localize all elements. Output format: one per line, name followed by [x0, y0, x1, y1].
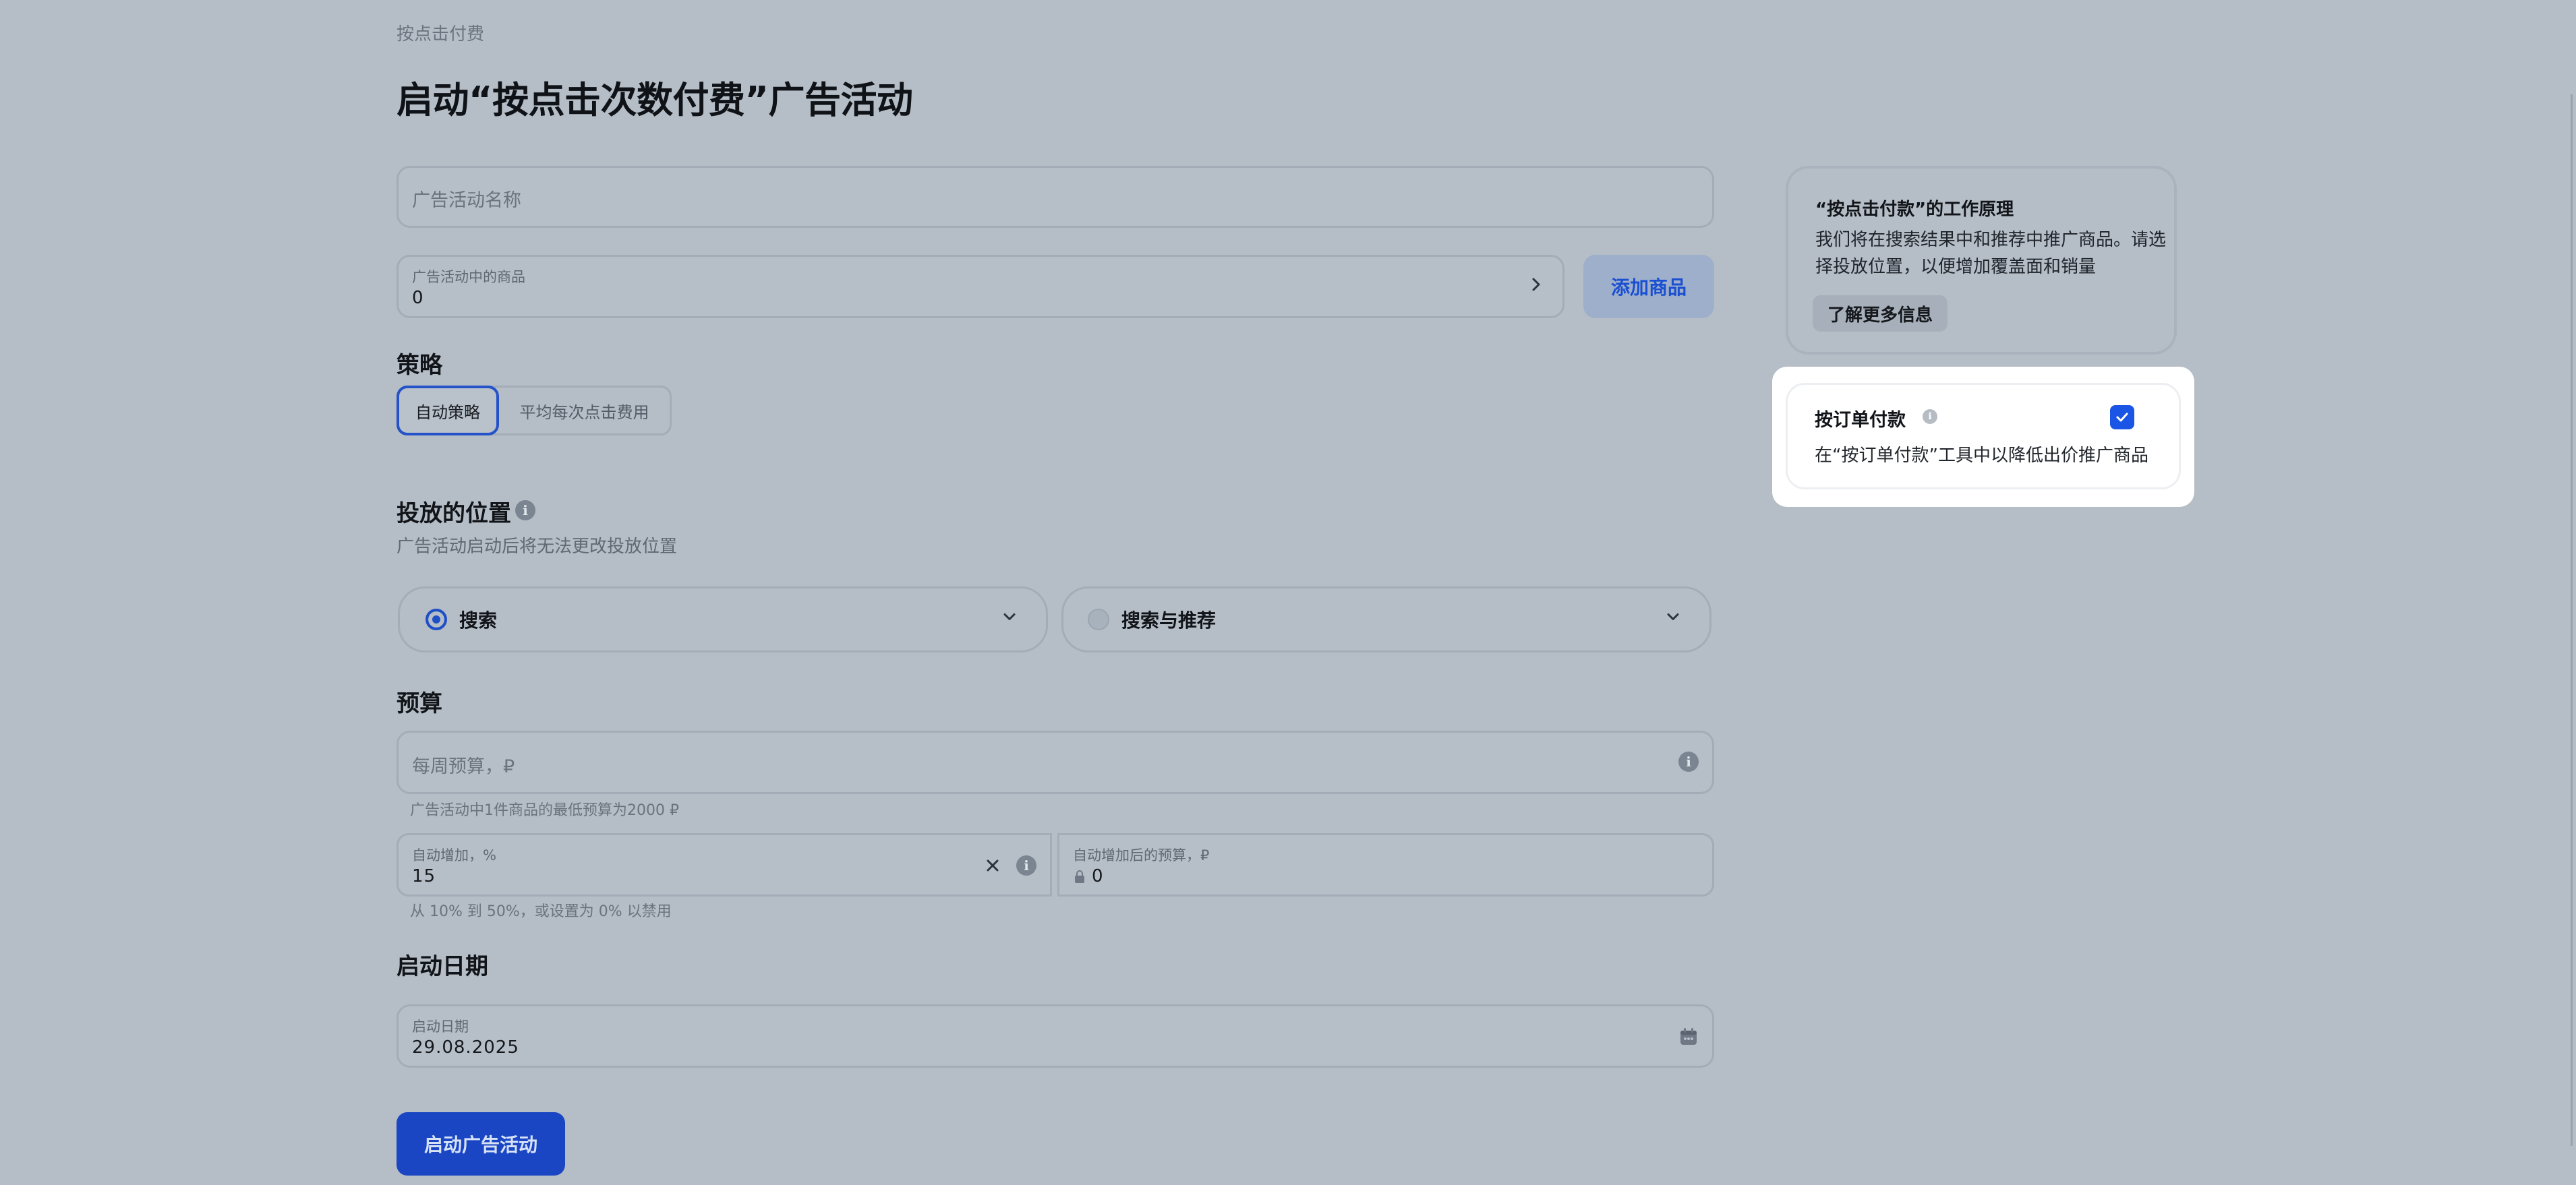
- strategy-auto-tab[interactable]: 自动策略: [397, 386, 499, 435]
- placement-option-label: 搜索与推荐: [1121, 609, 1217, 632]
- budget-after-increase-value: 0: [1092, 866, 1104, 886]
- radio-unselected-icon: [1088, 609, 1109, 630]
- radio-selected-icon: [426, 609, 447, 630]
- lock-icon: [1073, 869, 1086, 884]
- start-date-field[interactable]: 启动日期 29.08.2025: [397, 1004, 1714, 1068]
- chevron-down-icon: [1000, 608, 1019, 632]
- breadcrumb[interactable]: 按点击付费: [397, 20, 484, 45]
- strategy-avg-cpc-tab[interactable]: 平均每次点击费用: [499, 388, 670, 433]
- min-budget-hint: 广告活动中1件商品的最低预算为2000 ₽: [410, 802, 679, 819]
- products-field[interactable]: 广告活动中的商品 0: [397, 255, 1564, 318]
- info-icon[interactable]: i: [1923, 409, 1937, 424]
- products-count: 0: [412, 288, 424, 308]
- weekly-budget-field[interactable]: 每周预算，₽ i: [397, 731, 1714, 794]
- clear-icon[interactable]: [983, 855, 1003, 876]
- campaign-name-field[interactable]: 广告活动名称: [397, 166, 1714, 228]
- budget-after-increase-label: 自动增加后的预算，₽: [1073, 847, 1210, 863]
- auto-increase-hint: 从 10% 到 50%，或设置为 0% 以禁用: [410, 903, 672, 920]
- how-it-works-title: “按点击付款”的工作原理: [1815, 200, 2014, 220]
- info-icon[interactable]: i: [515, 500, 535, 520]
- campaign-name-placeholder: 广告活动名称: [412, 190, 521, 211]
- weekly-budget-placeholder: 每周预算，₽: [412, 756, 515, 777]
- products-label: 广告活动中的商品: [412, 269, 525, 285]
- page-title: 启动“按点击次数付费”广告活动: [397, 79, 913, 121]
- check-icon: [2116, 413, 2128, 422]
- auto-increase-value: 15: [412, 866, 436, 886]
- page-scrollbar[interactable]: [2571, 94, 2573, 1146]
- placement-option-search-recommend[interactable]: 搜索与推荐: [1061, 586, 1711, 652]
- info-icon[interactable]: i: [1016, 855, 1036, 876]
- chevron-down-icon: [1664, 608, 1682, 632]
- pay-per-order-title: 按订单付款: [1815, 410, 1906, 431]
- auto-increase-label: 自动增加，%: [412, 847, 496, 863]
- placement-option-search[interactable]: 搜索: [398, 586, 1048, 652]
- placement-option-label: 搜索: [459, 609, 498, 632]
- add-products-button[interactable]: 添加商品: [1583, 255, 1714, 318]
- launch-campaign-button[interactable]: 启动广告活动: [397, 1112, 565, 1176]
- learn-more-button[interactable]: 了解更多信息: [1813, 295, 1948, 332]
- strategy-title: 策略: [397, 352, 442, 379]
- auto-increase-field[interactable]: 自动增加，% 15 i: [397, 833, 1052, 897]
- pay-per-order-checkbox[interactable]: [2110, 405, 2134, 429]
- strategy-segmented-control: 自动策略 平均每次点击费用: [397, 386, 672, 435]
- budget-after-increase-field: 自动增加后的预算，₽ 0: [1057, 833, 1714, 897]
- info-icon[interactable]: i: [1678, 752, 1699, 772]
- start-date-title: 启动日期: [397, 953, 488, 980]
- pay-per-order-description: 在“按订单付款”工具中以降低出价推广商品: [1815, 446, 2148, 466]
- pay-per-order-card[interactable]: 按订单付款 i 在“按订单付款”工具中以降低出价推广商品: [1786, 383, 2181, 489]
- chevron-right-icon: [1526, 274, 1546, 295]
- start-date-value: 29.08.2025: [412, 1037, 519, 1058]
- pay-per-order-highlight: 按订单付款 i 在“按订单付款”工具中以降低出价推广商品: [1772, 367, 2194, 507]
- start-date-label: 启动日期: [412, 1019, 469, 1035]
- how-it-works-body: 我们将在搜索结果中和推荐中推广商品。请选择投放位置，以便增加覆盖面和销量: [1815, 230, 2167, 277]
- calendar-icon[interactable]: [1678, 1027, 1699, 1047]
- placement-subtitle: 广告活动启动后将无法更改投放位置: [397, 537, 678, 557]
- budget-title: 预算: [397, 690, 442, 717]
- placement-title: 投放的位置: [397, 500, 511, 527]
- how-it-works-card: “按点击付款”的工作原理 我们将在搜索结果中和推荐中推广商品。请选择投放位置，以…: [1786, 166, 2177, 355]
